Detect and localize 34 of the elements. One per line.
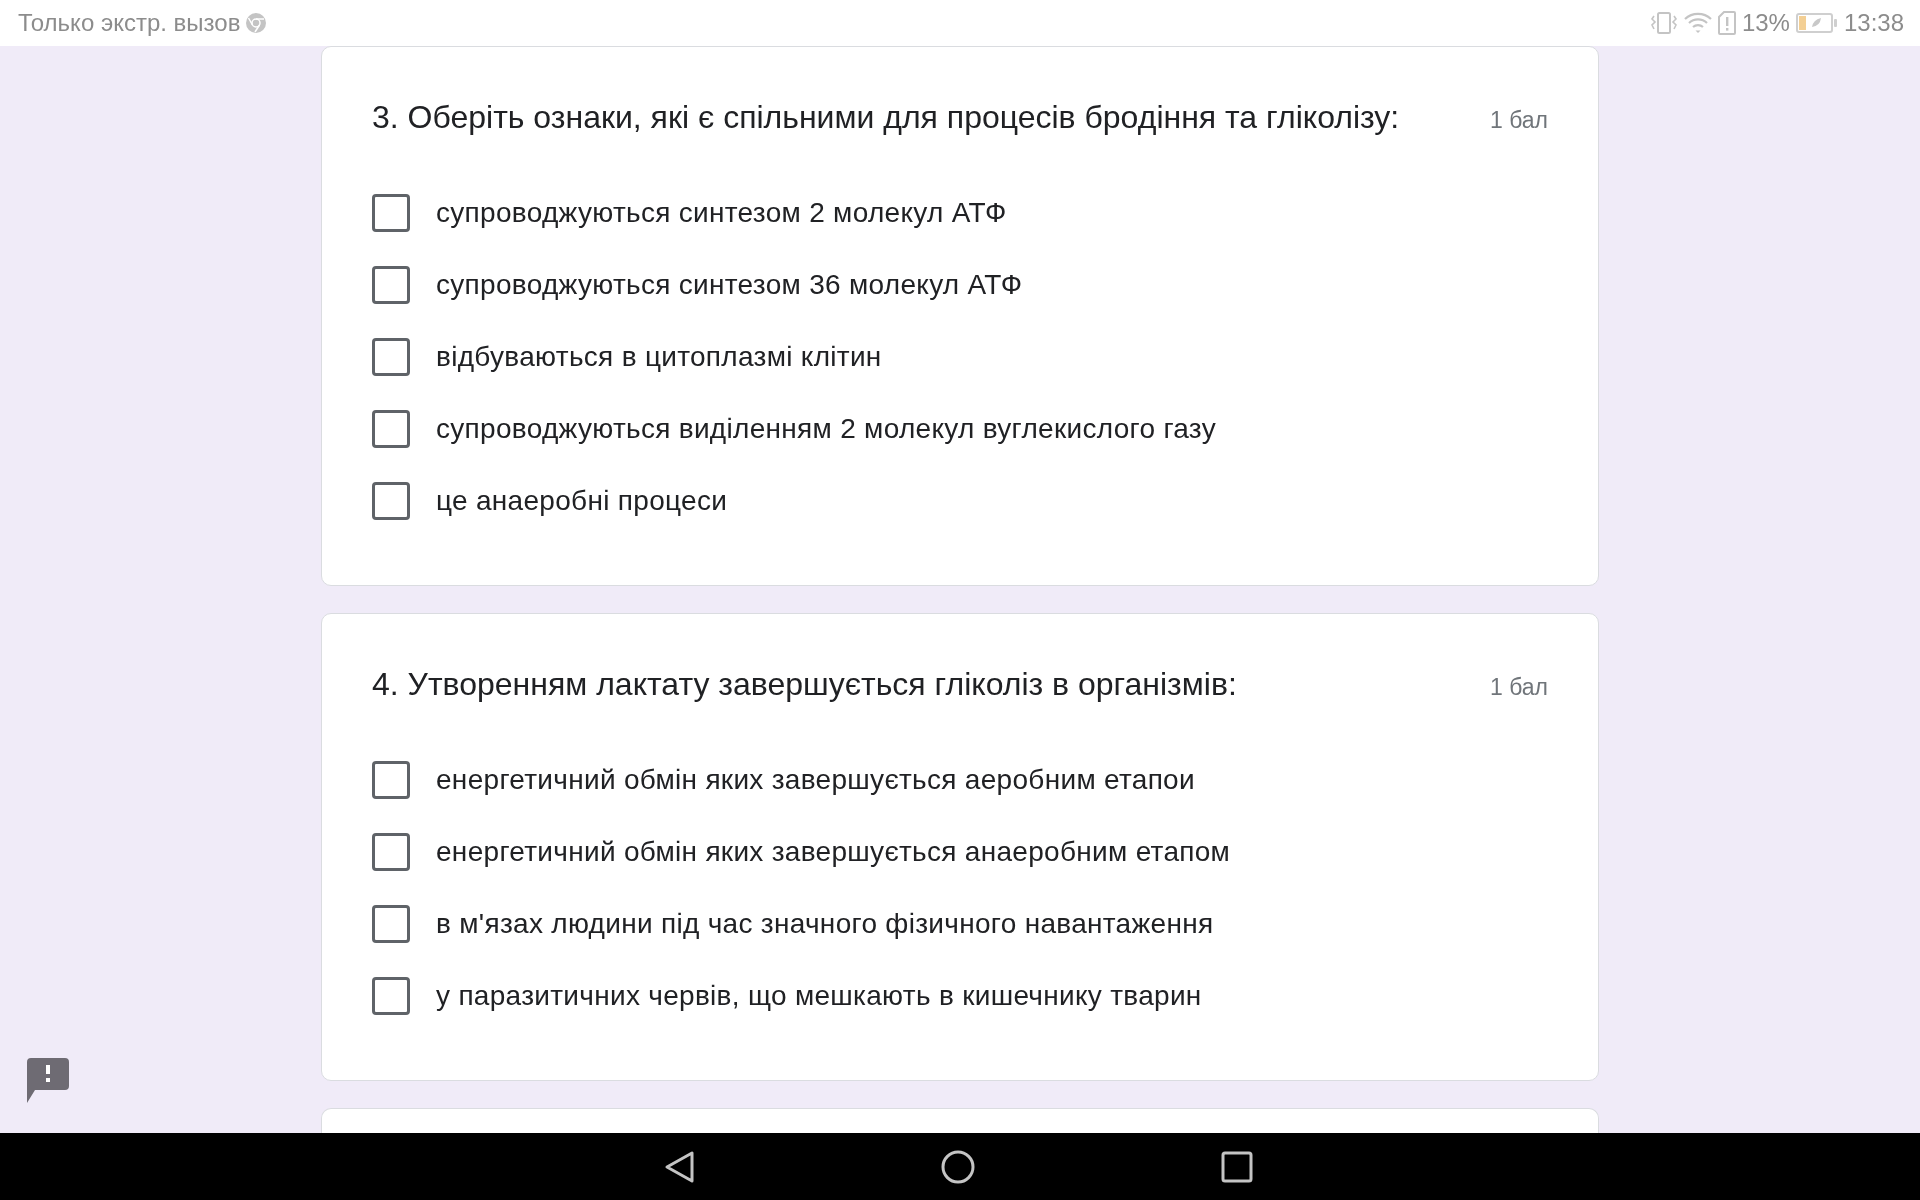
option-label[interactable]: енергетичний обмін яких завершується анаеробним етапом bbox=[436, 836, 1231, 868]
recent-apps-icon[interactable] bbox=[1221, 1150, 1253, 1183]
battery-percent: 13% bbox=[1741, 9, 1790, 37]
feedback-icon[interactable] bbox=[27, 1058, 69, 1103]
checkbox[interactable] bbox=[372, 482, 410, 520]
option-label[interactable]: супроводжуються виділенням 2 молекул вуглекислого газу bbox=[436, 413, 1216, 445]
option-label[interactable]: в м'язах людини під час значного фізичного навантаження bbox=[436, 908, 1214, 940]
option-label[interactable]: відбуваються в цитоплазмі клітин bbox=[436, 341, 882, 373]
home-icon[interactable] bbox=[941, 1149, 975, 1184]
wifi-icon bbox=[1683, 12, 1712, 34]
points-label: 1 бал bbox=[1489, 674, 1548, 701]
checkbox[interactable] bbox=[372, 905, 410, 943]
option-label[interactable]: енергетичний обмін яких завершується аеробним етапои bbox=[436, 764, 1195, 796]
checkbox[interactable] bbox=[372, 833, 410, 871]
checkbox[interactable] bbox=[372, 761, 410, 799]
checkbox[interactable] bbox=[372, 338, 410, 376]
points-label: 1 бал bbox=[1489, 107, 1548, 134]
app-icon bbox=[246, 13, 267, 33]
carrier-text: Только экстр. вызов bbox=[18, 9, 241, 37]
clock-time: 13:38 bbox=[1843, 9, 1904, 37]
option-label[interactable]: супроводжуються синтезом 2 молекул АТФ bbox=[436, 197, 1007, 229]
back-icon[interactable] bbox=[663, 1149, 697, 1184]
question-title: 4. Утворенням лактату завершується гліколіз в організмів: bbox=[372, 665, 1237, 704]
battery-icon bbox=[1795, 13, 1838, 33]
checkbox[interactable] bbox=[372, 266, 410, 304]
checkbox[interactable] bbox=[372, 977, 410, 1015]
checkbox[interactable] bbox=[372, 410, 410, 448]
checkbox[interactable] bbox=[372, 194, 410, 232]
question-title: 3. Оберіть ознаки, які є спільними для процесів бродіння та гліколізу: bbox=[372, 98, 1400, 137]
option-label[interactable]: це анаеробні процеси bbox=[436, 485, 728, 517]
vibrate-icon bbox=[1649, 11, 1678, 35]
option-label[interactable]: супроводжуються синтезом 36 молекул АТФ bbox=[436, 269, 1023, 301]
sim-alert-icon bbox=[1717, 11, 1736, 35]
option-label[interactable]: у паразитичних червів, що мешкають в кишечнику тварин bbox=[436, 980, 1202, 1012]
